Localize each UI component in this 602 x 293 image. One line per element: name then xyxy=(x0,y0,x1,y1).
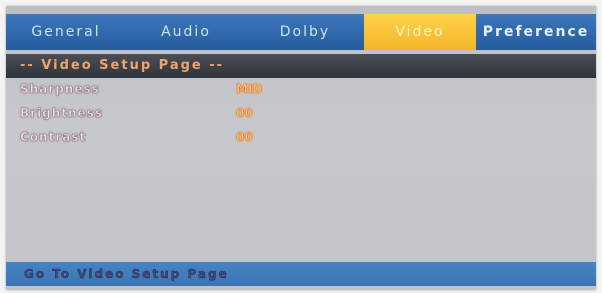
setting-row-brightness[interactable]: Brightness 00 xyxy=(20,104,420,122)
tab-audio[interactable]: Audio xyxy=(126,14,246,50)
status-text: Go To Video Setup Page xyxy=(24,267,229,282)
setting-row-contrast[interactable]: Contrast 00 xyxy=(20,128,420,146)
tab-video[interactable]: Video xyxy=(364,14,476,50)
status-bar: Go To Video Setup Page xyxy=(6,262,596,286)
page-header: -- Video Setup Page -- xyxy=(6,54,596,78)
setting-label-contrast: Contrast xyxy=(20,130,87,145)
osd-screen: General Audio Dolby Video Preference -- … xyxy=(6,6,596,290)
setting-label-sharpness: Sharpness xyxy=(20,82,100,97)
setting-value-contrast: 00 xyxy=(236,130,253,145)
tab-bar: General Audio Dolby Video Preference xyxy=(6,14,596,50)
setting-row-sharpness[interactable]: Sharpness MID xyxy=(20,80,420,98)
setting-label-brightness: Brightness xyxy=(20,106,104,121)
tab-general[interactable]: General xyxy=(6,14,126,50)
page-title: -- Video Setup Page -- xyxy=(20,58,225,73)
tab-dolby[interactable]: Dolby xyxy=(246,14,364,50)
setting-value-brightness: 00 xyxy=(236,106,253,121)
setting-value-sharpness: MID xyxy=(236,82,263,97)
tab-preference[interactable]: Preference xyxy=(476,14,596,50)
